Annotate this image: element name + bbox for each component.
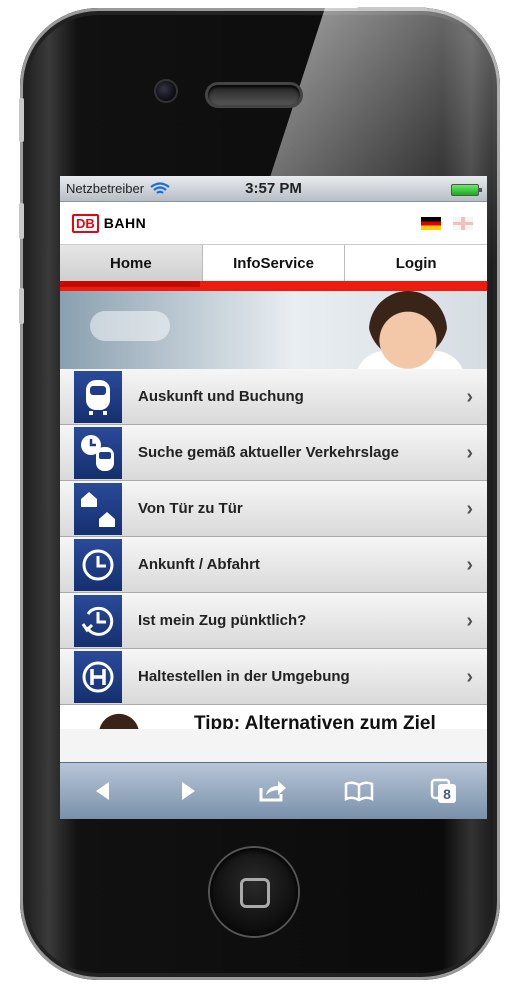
hero-person-face (369, 291, 447, 369)
tab-login[interactable]: Login (344, 245, 487, 281)
home-square-icon (240, 878, 270, 908)
menu-item-label: Von Tür zu Tür (138, 500, 243, 517)
tab-bar: Home InfoService Login (60, 244, 487, 281)
hero-banner (60, 291, 487, 369)
screen: Netzbetreiber 3:57 PM DB BAHN Home InfoS… (60, 176, 487, 819)
menu-item-label: Suche gemäß aktueller Verkehrslage (138, 444, 399, 461)
battery-icon (451, 184, 482, 196)
chevron-right-icon: › (466, 442, 473, 464)
stop-h-icon (74, 650, 122, 703)
menu-item-label: Ist mein Zug pünktlich? (138, 612, 307, 629)
menu-item-verkehrslage[interactable]: Suche gemäß aktueller Verkehrslage › (60, 425, 487, 481)
forward-button[interactable] (168, 771, 208, 811)
menu-item-ankunft-abfahrt[interactable]: Ankunft / Abfahrt › (60, 537, 487, 593)
back-arrow-icon (95, 782, 109, 800)
house-icon (74, 482, 122, 535)
forward-arrow-icon (182, 782, 196, 800)
clock-arrow-icon (74, 594, 122, 647)
wifi-icon (150, 181, 170, 196)
hero-blur (90, 311, 170, 341)
carrier-label: Netzbetreiber (66, 181, 145, 196)
volume-down-button (19, 288, 24, 324)
pages-count: 8 (443, 786, 451, 802)
train-icon (74, 370, 122, 423)
menu-item-tuer-zu-tuer[interactable]: Von Tür zu Tür › (60, 481, 487, 537)
power-button (357, 7, 427, 11)
chevron-right-icon: › (466, 554, 473, 576)
menu-item-label: Ankunft / Abfahrt (138, 556, 260, 573)
language-switcher (421, 217, 473, 230)
bookmarks-button[interactable] (339, 771, 379, 811)
status-bar: Netzbetreiber 3:57 PM (60, 176, 487, 202)
back-button[interactable] (83, 771, 123, 811)
brand-name: BAHN (103, 215, 147, 231)
volume-up-button (19, 203, 24, 239)
clock-icon (74, 538, 122, 591)
active-tab-marker (60, 281, 200, 287)
menu-item-haltestellen[interactable]: Haltestellen in der Umgebung › (60, 649, 487, 705)
home-button[interactable] (210, 848, 298, 936)
pages-button[interactable]: 8 (424, 771, 464, 811)
active-tab-indicator (60, 281, 487, 291)
front-camera (156, 81, 176, 101)
menu-item-label: Haltestellen in der Umgebung (138, 668, 350, 685)
tab-infoservice[interactable]: InfoService (201, 245, 345, 281)
menu-item-label: Auskunft und Buchung (138, 388, 304, 405)
earpiece-speaker (208, 85, 300, 105)
browser-toolbar: 8 (60, 762, 487, 819)
mute-switch (19, 98, 24, 142)
german-flag-icon[interactable] (421, 217, 441, 230)
chevron-right-icon: › (466, 386, 473, 408)
uk-flag-icon[interactable] (453, 217, 473, 230)
clock-train-icon (74, 426, 122, 479)
share-button[interactable] (253, 771, 293, 811)
pages-icon: 8 (431, 778, 457, 803)
chevron-right-icon: › (466, 666, 473, 688)
tipp-headline: Tipp: Alternativen zum Ziel (194, 713, 436, 729)
book-icon (344, 781, 374, 802)
tipp-teaser[interactable]: Tipp: Alternativen zum Ziel (60, 705, 487, 729)
menu-item-auskunft[interactable]: Auskunft und Buchung › (60, 369, 487, 425)
chevron-right-icon: › (466, 610, 473, 632)
tab-home[interactable]: Home (60, 245, 202, 281)
chevron-right-icon: › (466, 498, 473, 520)
brand-bar: DB BAHN (60, 202, 487, 244)
main-menu: Auskunft und Buchung › Suche gemäß aktue… (60, 369, 487, 705)
db-logo[interactable]: DB (72, 213, 99, 233)
tipp-thumbnail (74, 713, 164, 729)
menu-item-puenktlich[interactable]: Ist mein Zug pünktlich? › (60, 593, 487, 649)
share-icon (259, 781, 287, 802)
